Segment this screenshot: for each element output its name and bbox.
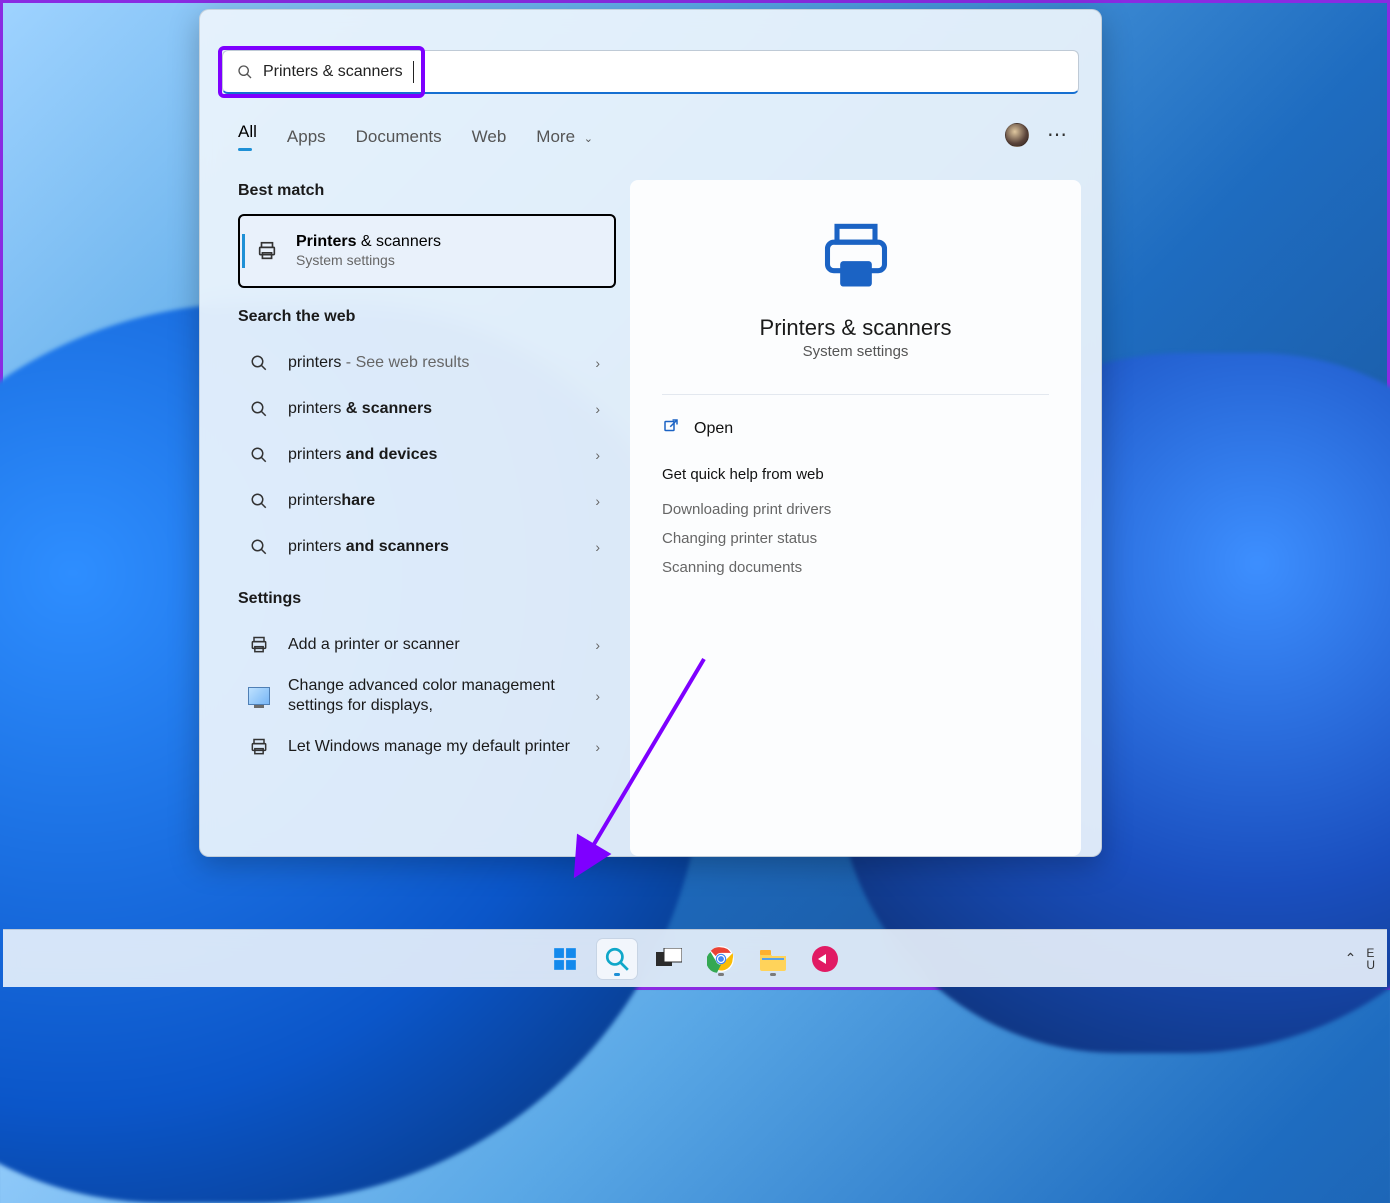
running-indicator <box>718 973 724 976</box>
search-icon <box>244 354 274 372</box>
search-icon <box>244 538 274 556</box>
web-result[interactable]: printers and devices › <box>238 432 604 478</box>
tab-apps[interactable]: Apps <box>287 127 326 157</box>
search-panel: Printers & scanners All Apps Documents W… <box>199 9 1102 857</box>
panel-top-right: ⋯ <box>1005 122 1069 147</box>
section-best-match: Best match <box>238 182 620 200</box>
user-avatar[interactable] <box>1005 123 1029 147</box>
tab-all[interactable]: All <box>238 122 257 161</box>
chevron-right-icon: › <box>595 739 600 755</box>
chevron-right-icon: › <box>595 539 600 555</box>
search-icon <box>244 446 274 464</box>
filter-tabs: All Apps Documents Web More ⌄ <box>238 122 593 161</box>
settings-result-icon <box>244 635 274 655</box>
web-result[interactable]: printershare › <box>238 478 604 524</box>
settings-result[interactable]: Change advanced color management setting… <box>238 668 604 724</box>
best-match-result[interactable]: Printers & scanners System settings <box>238 214 616 288</box>
web-result-text: printers - See web results <box>288 353 598 373</box>
web-result[interactable]: printers & scanners › <box>238 386 604 432</box>
preview-hero: Printers & scanners System settings <box>662 206 1049 384</box>
tab-more-label: More <box>536 127 575 146</box>
task-view-button[interactable] <box>649 939 689 979</box>
start-button[interactable] <box>545 939 585 979</box>
settings-result-label: Add a printer or scanner <box>288 635 598 655</box>
section-settings: Settings <box>238 590 620 608</box>
taskbar: ⌃ E U <box>3 929 1387 987</box>
help-link[interactable]: Downloading print drivers <box>662 495 1049 524</box>
printer-icon <box>249 635 269 655</box>
search-box-wrap: Printers & scanners <box>222 50 1079 94</box>
chevron-right-icon: › <box>595 637 600 653</box>
open-label: Open <box>694 420 733 438</box>
chevron-right-icon: › <box>595 688 600 704</box>
active-indicator <box>614 973 620 976</box>
settings-result[interactable]: Let Windows manage my default printer › <box>238 724 604 770</box>
chevron-down-icon: ⌄ <box>584 133 593 145</box>
chrome-taskbar-icon[interactable] <box>701 939 741 979</box>
system-tray: ⌃ E U <box>1345 930 1375 987</box>
search-icon <box>244 400 274 418</box>
best-match-title-bold: Printers <box>296 233 356 250</box>
search-icon <box>244 492 274 510</box>
tab-documents[interactable]: Documents <box>356 127 442 157</box>
web-result[interactable]: printers and scanners › <box>238 524 604 570</box>
printer-large-icon <box>811 220 901 296</box>
running-indicator <box>770 973 776 976</box>
tray-lang-line1: E <box>1366 947 1375 959</box>
settings-result-icon <box>244 737 274 757</box>
web-result[interactable]: printers - See web results › <box>238 340 604 386</box>
results-area: Best match Printers & scanners System se… <box>220 180 1081 856</box>
open-action[interactable]: Open <box>662 411 1049 446</box>
help-link[interactable]: Scanning documents <box>662 553 1049 582</box>
tab-more[interactable]: More ⌄ <box>536 127 593 157</box>
web-result-text: printers and devices <box>288 445 598 465</box>
chevron-right-icon: › <box>595 493 600 509</box>
help-section-title: Get quick help from web <box>662 466 1049 483</box>
section-search-web: Search the web <box>238 308 620 326</box>
web-result-text: printers and scanners <box>288 537 598 557</box>
result-preview-pane: Printers & scanners System settings Open… <box>630 180 1081 856</box>
divider <box>662 394 1049 395</box>
settings-result-label: Let Windows manage my default printer <box>288 737 598 757</box>
tray-lang-line2: U <box>1366 959 1375 971</box>
more-options-button[interactable]: ⋯ <box>1047 122 1069 147</box>
chevron-right-icon: › <box>595 447 600 463</box>
best-match-subtitle: System settings <box>296 252 602 270</box>
tray-overflow-button[interactable]: ⌃ <box>1345 950 1357 967</box>
monitor-icon <box>248 687 270 705</box>
search-taskbar-button[interactable] <box>597 939 637 979</box>
help-link[interactable]: Changing printer status <box>662 524 1049 553</box>
preview-subtitle: System settings <box>662 343 1049 360</box>
search-icon <box>237 64 253 80</box>
file-explorer-taskbar-icon[interactable] <box>753 939 793 979</box>
input-indicator[interactable]: E U <box>1366 947 1375 971</box>
best-match-text: Printers & scanners System settings <box>296 232 602 270</box>
web-result-text: printershare <box>288 491 598 511</box>
chevron-right-icon: › <box>595 401 600 417</box>
best-match-title-rest: & scanners <box>356 233 440 250</box>
settings-result-label: Change advanced color management setting… <box>288 676 598 716</box>
open-icon <box>662 417 680 440</box>
search-box[interactable]: Printers & scanners <box>222 50 1079 94</box>
settings-result[interactable]: Add a printer or scanner › <box>238 622 604 668</box>
tab-web[interactable]: Web <box>472 127 507 157</box>
taskbar-center <box>545 939 845 979</box>
preview-title: Printers & scanners <box>662 315 1049 341</box>
text-cursor <box>413 61 414 83</box>
results-left: Best match Printers & scanners System se… <box>220 180 620 856</box>
app-taskbar-icon[interactable] <box>805 939 845 979</box>
printer-icon <box>249 737 269 757</box>
search-input-text[interactable]: Printers & scanners <box>263 63 403 81</box>
chevron-right-icon: › <box>595 355 600 371</box>
printer-icon <box>252 240 282 262</box>
settings-result-icon <box>244 687 274 705</box>
web-result-text: printers & scanners <box>288 399 598 419</box>
